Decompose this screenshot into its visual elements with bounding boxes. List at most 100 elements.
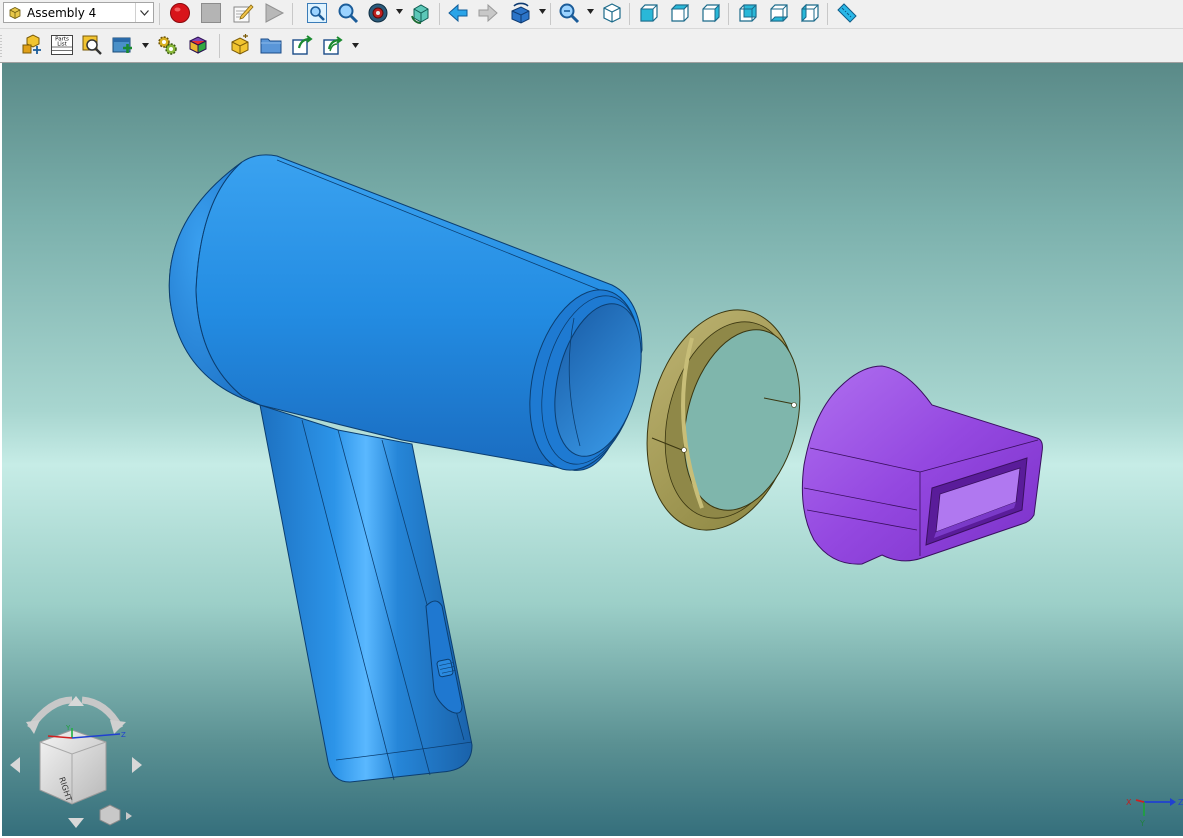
insert-part-icon — [22, 34, 41, 54]
measure-icon — [837, 3, 857, 23]
toolbar-separator — [629, 3, 630, 25]
iso-view-icon — [603, 3, 621, 23]
back-view-icon — [739, 4, 757, 22]
parts-list-label-list: List — [57, 42, 67, 48]
assembly-icon — [9, 7, 21, 19]
dryer-handle[interactable] — [259, 404, 473, 783]
adapter-ring[interactable] — [625, 294, 819, 546]
edit-macro-button[interactable] — [231, 1, 255, 25]
dryer-housing[interactable] — [168, 154, 657, 783]
stop-icon — [201, 3, 221, 23]
ring-pin — [681, 447, 687, 453]
right-view-icon — [702, 3, 720, 23]
share-button[interactable] — [321, 33, 345, 57]
chevron-down-icon[interactable] — [142, 43, 149, 48]
zoom-fit-icon — [307, 3, 327, 23]
pan-left-arrow-icon[interactable] — [10, 757, 20, 773]
chevron-right-icon[interactable] — [126, 812, 132, 820]
parts-list-icon: Parts List — [51, 35, 73, 55]
previous-view-button[interactable] — [446, 1, 470, 25]
open-folder-button[interactable] — [259, 33, 283, 57]
zoom-window-icon — [559, 3, 580, 24]
previous-view-icon — [448, 3, 468, 23]
rotate-view-icon — [411, 4, 429, 24]
chevron-down-icon[interactable] — [352, 43, 359, 48]
display-mode-icon — [368, 3, 388, 23]
stop-button[interactable] — [199, 1, 223, 25]
bottom-view-button[interactable] — [767, 1, 791, 25]
left-view-icon — [801, 3, 819, 23]
zoom-window-button[interactable] — [557, 1, 581, 25]
left-view-button[interactable] — [798, 1, 822, 25]
color-button[interactable] — [186, 33, 210, 57]
top-view-button[interactable] — [668, 1, 692, 25]
view-cube-widget[interactable]: RIGHT Y Z — [10, 696, 142, 828]
triad-x-label: X — [1126, 798, 1132, 807]
zoom-icon — [338, 3, 359, 24]
record-icon — [170, 3, 190, 23]
cube-z-label: Z — [121, 731, 126, 739]
toolbar-grip[interactable] — [0, 34, 3, 58]
assembly-select[interactable]: Assembly 4 — [3, 2, 154, 23]
new-part-button[interactable] — [228, 33, 252, 57]
measure-button[interactable] — [835, 1, 859, 25]
concentrator-nozzle[interactable] — [801, 365, 1043, 565]
inspect-button[interactable] — [80, 33, 104, 57]
add-component-icon — [112, 37, 132, 53]
next-view-icon — [478, 3, 498, 23]
triad-y-label: Y — [1139, 819, 1145, 828]
color-icon — [189, 36, 207, 54]
insert-part-button[interactable] — [20, 33, 44, 57]
pan-right-arrow-icon[interactable] — [132, 757, 142, 773]
add-component-button[interactable] — [111, 33, 135, 57]
axis-triad: X Y Z — [1126, 798, 1183, 828]
triad-z-label: Z — [1178, 798, 1183, 807]
3d-viewport[interactable]: RIGHT Y Z X Y Z — [0, 63, 1183, 838]
front-view-button[interactable] — [637, 1, 661, 25]
open-folder-icon — [260, 38, 282, 54]
zoom-fit-button[interactable] — [305, 1, 329, 25]
view-orientation-button[interactable] — [508, 1, 532, 25]
view-cube[interactable] — [39, 729, 107, 805]
toolbar-separator — [159, 3, 160, 25]
assembly-scene: RIGHT Y Z X Y Z — [10, 154, 1183, 828]
pan-down-arrow-icon[interactable] — [68, 818, 84, 828]
iso-view-button[interactable] — [600, 1, 624, 25]
rotate-arc-left-icon — [26, 720, 40, 734]
right-view-button[interactable] — [699, 1, 723, 25]
next-view-button[interactable] — [476, 1, 500, 25]
home-view-icon[interactable] — [99, 804, 121, 826]
chevron-down-icon[interactable] — [396, 9, 403, 14]
top-view-icon — [670, 4, 690, 22]
share-icon — [323, 36, 343, 55]
zoom-button[interactable] — [336, 1, 360, 25]
ring-pin — [791, 402, 797, 408]
toolbar-separator — [439, 3, 440, 25]
assembly-select-value: Assembly 4 — [27, 6, 97, 20]
triad-x-axis — [1135, 799, 1145, 803]
triad-z-arrow — [1170, 798, 1176, 806]
toolbar-separator — [728, 3, 729, 25]
chevron-down-icon[interactable] — [587, 9, 594, 14]
record-button[interactable] — [168, 1, 192, 25]
rotate-view-button[interactable] — [409, 1, 433, 25]
chevron-down-icon[interactable] — [539, 9, 546, 14]
play-icon — [265, 3, 285, 23]
inspect-icon — [82, 35, 102, 55]
assembly-toolbar: Parts List — [0, 29, 1183, 63]
properties-button[interactable] — [155, 33, 179, 57]
front-view-icon — [640, 4, 658, 22]
export-button[interactable] — [290, 33, 314, 57]
display-mode-button[interactable] — [366, 1, 390, 25]
chevron-down-icon[interactable] — [135, 3, 153, 22]
main-toolbar: Assembly 4 — [0, 0, 1183, 29]
cube-y-label: Y — [65, 724, 71, 732]
toolbar-separator — [219, 34, 220, 58]
back-view-button[interactable] — [736, 1, 760, 25]
new-part-icon — [231, 34, 249, 55]
toolbar-separator — [550, 3, 551, 25]
properties-icon — [158, 36, 177, 55]
bottom-view-icon — [769, 4, 789, 22]
parts-list-button[interactable]: Parts List — [50, 33, 74, 57]
play-button[interactable] — [262, 1, 286, 25]
